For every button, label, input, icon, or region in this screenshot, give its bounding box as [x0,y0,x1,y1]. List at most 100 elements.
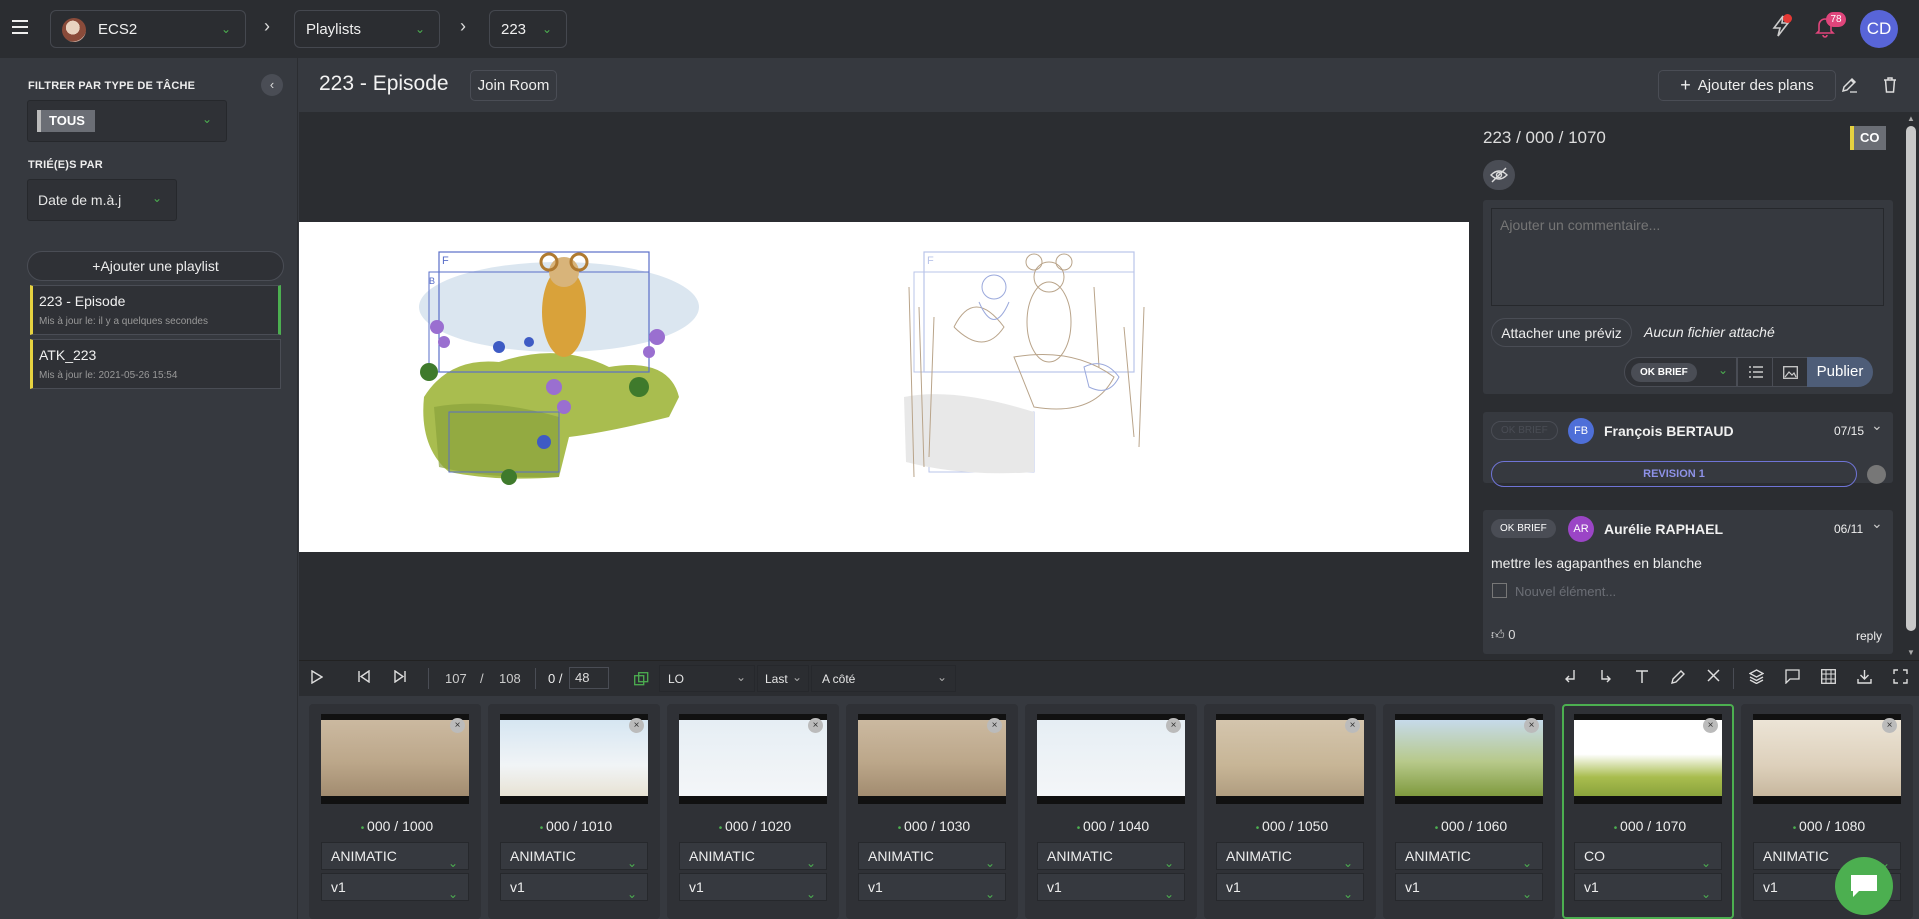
shot-task-select[interactable]: ANIMATIC ⌄ [500,842,648,870]
fullscreen-icon[interactable] [1893,669,1908,687]
menu-icon[interactable] [12,20,28,38]
shot-thumbnail[interactable]: × • 000 / 1000 ANIMATIC ⌄ v1 ⌄ [309,704,481,919]
like-button[interactable]: 👍︎ 0 [1491,627,1515,643]
shot-thumbnail[interactable]: × • 000 / 1030 ANIMATIC ⌄ v1 ⌄ [846,704,1018,919]
section-select[interactable]: Playlists ⌄ [294,10,440,48]
trash-icon[interactable] [1882,76,1898,98]
chat-button[interactable] [1835,857,1893,915]
download-icon[interactable] [1857,669,1872,687]
shot-task-select[interactable]: ANIMATIC ⌄ [1395,842,1543,870]
remove-shot-icon[interactable]: × [450,718,465,733]
remove-shot-icon[interactable]: × [987,718,1002,733]
publish-button[interactable]: Publier [1807,357,1873,387]
sort-select[interactable]: Date de m.à.j ⌄ [27,179,177,221]
attach-preview-button[interactable]: Attacher une préviz [1491,318,1632,347]
task-type-select[interactable]: LO ⌄ [659,665,755,692]
preview-viewer[interactable]: F B F [299,112,1469,660]
shot-task-select[interactable]: ANIMATIC ⌄ [1216,842,1364,870]
remove-shot-icon[interactable]: × [1524,718,1539,733]
chevron-down-icon[interactable]: ⌄ [1871,417,1883,434]
screenshot-button[interactable] [1772,357,1808,387]
shot-version-select[interactable]: v1 ⌄ [858,873,1006,901]
shot-version-select[interactable]: v1 ⌄ [1574,873,1722,901]
episode-select[interactable]: 223 ⌄ [489,10,567,48]
compare-toggle[interactable] [626,667,656,691]
text-tool-icon[interactable] [1635,669,1649,687]
shot-counter-input[interactable]: 48 [569,667,609,689]
shot-preview-image[interactable] [1037,714,1185,804]
checklist-button[interactable] [1737,357,1773,387]
shot-task-select[interactable]: ANIMATIC ⌄ [1037,842,1185,870]
news-button[interactable] [1770,14,1796,42]
shot-version-select[interactable]: v1 ⌄ [500,873,648,901]
shot-thumbnail[interactable]: × • 000 / 1040 ANIMATIC ⌄ v1 ⌄ [1025,704,1197,919]
playlist-item[interactable]: ATK_223 Mis à jour le: 2021-05-26 15:54 [30,339,281,389]
shot-thumbnail[interactable]: × • 000 / 1020 ANIMATIC ⌄ v1 ⌄ [667,704,839,919]
add-shots-button[interactable]: + Ajouter des plans [1658,70,1836,101]
production-select[interactable]: ECS2 ⌄ [50,10,246,48]
shot-preview-image[interactable] [321,714,469,804]
shot-preview-image[interactable] [1395,714,1543,804]
shot-preview-image[interactable] [1574,714,1722,804]
shot-thumbnail[interactable]: × • 000 / 1060 ANIMATIC ⌄ v1 ⌄ [1383,704,1555,919]
undo-icon[interactable] [1563,669,1577,688]
compare-mode-select[interactable]: A côté ⌄ [811,665,956,692]
shot-preview-image[interactable] [1216,714,1364,804]
join-room-button[interactable]: Join Room [470,70,557,101]
user-avatar[interactable]: CD [1860,10,1898,48]
remove-shot-icon[interactable]: × [1703,718,1718,733]
shot-version-select[interactable]: v1 ⌄ [321,873,469,901]
checklist-checkbox[interactable] [1492,583,1507,598]
shot-version-select[interactable]: v1 ⌄ [1037,873,1185,901]
remove-shot-icon[interactable]: × [629,718,644,733]
shot-thumbnail[interactable]: × • 000 / 1070 CO ⌄ v1 ⌄ [1562,704,1734,919]
shot-version-select[interactable]: v1 ⌄ [679,873,827,901]
checklist-item-input[interactable]: Nouvel élément... [1515,584,1616,599]
chevron-down-icon[interactable]: ⌄ [1871,515,1883,532]
collapse-sidebar-button[interactable]: ‹ [261,74,283,96]
shot-preview-image[interactable] [1753,714,1901,804]
shot-task-select[interactable]: ANIMATIC ⌄ [679,842,827,870]
attach-preview-label: Attacher une préviz [1501,324,1622,341]
shot-task-select[interactable]: ANIMATIC ⌄ [858,842,1006,870]
scrollbar-down-arrow[interactable]: ▼ [1907,648,1915,657]
chevron-down-icon: ⌄ [201,112,212,126]
comment-icon[interactable] [1785,669,1800,687]
edit-icon[interactable] [1841,76,1858,98]
add-playlist-button[interactable]: +Ajouter une playlist [27,251,284,281]
previous-frame-icon[interactable] [358,669,370,686]
playlist-item[interactable]: 223 - Episode Mis à jour le: il y a quel… [30,285,281,335]
shot-preview-image[interactable] [858,714,1006,804]
shot-task-select[interactable]: ANIMATIC ⌄ [321,842,469,870]
shot-thumbnail[interactable]: × • 000 / 1050 ANIMATIC ⌄ v1 ⌄ [1204,704,1376,919]
pencil-icon[interactable] [1671,669,1686,687]
notifications-button[interactable]: 78 [1814,12,1848,42]
remove-shot-icon[interactable]: × [1166,718,1181,733]
scrollbar-thumb[interactable] [1906,126,1916,631]
task-type-filter[interactable]: TOUS ⌄ [27,100,227,142]
hide-comments-button[interactable] [1483,160,1515,190]
remove-shot-icon[interactable]: × [808,718,823,733]
shot-preview-image[interactable] [679,714,827,804]
grid-icon[interactable] [1821,669,1836,687]
shot-thumbnail[interactable]: × • 000 / 1010 ANIMATIC ⌄ v1 ⌄ [488,704,660,919]
layers-icon[interactable] [1748,669,1765,687]
comment-scrollbar[interactable]: ▲ ▼ [1903,112,1919,660]
version-mode-select[interactable]: Last ⌄ [757,665,809,692]
shot-version-select[interactable]: v1 ⌄ [1395,873,1543,901]
redo-icon[interactable] [1599,669,1613,688]
remove-shot-icon[interactable]: × [1882,718,1897,733]
scrollbar-up-arrow[interactable]: ▲ [1907,114,1915,123]
shot-preview-image[interactable] [500,714,648,804]
revision-link[interactable]: REVISION 1 [1491,461,1857,487]
play-icon[interactable] [311,669,324,687]
chevron-right-icon: › [460,16,466,36]
status-select[interactable]: OK BRIEF ⌄ [1624,357,1737,387]
reply-link[interactable]: reply [1856,629,1882,643]
comment-input[interactable] [1491,208,1884,306]
next-frame-icon[interactable] [394,669,406,686]
remove-shot-icon[interactable]: × [1345,718,1360,733]
shot-task-select[interactable]: CO ⌄ [1574,842,1722,870]
shot-version-select[interactable]: v1 ⌄ [1216,873,1364,901]
clear-annotations-icon[interactable] [1707,669,1720,685]
